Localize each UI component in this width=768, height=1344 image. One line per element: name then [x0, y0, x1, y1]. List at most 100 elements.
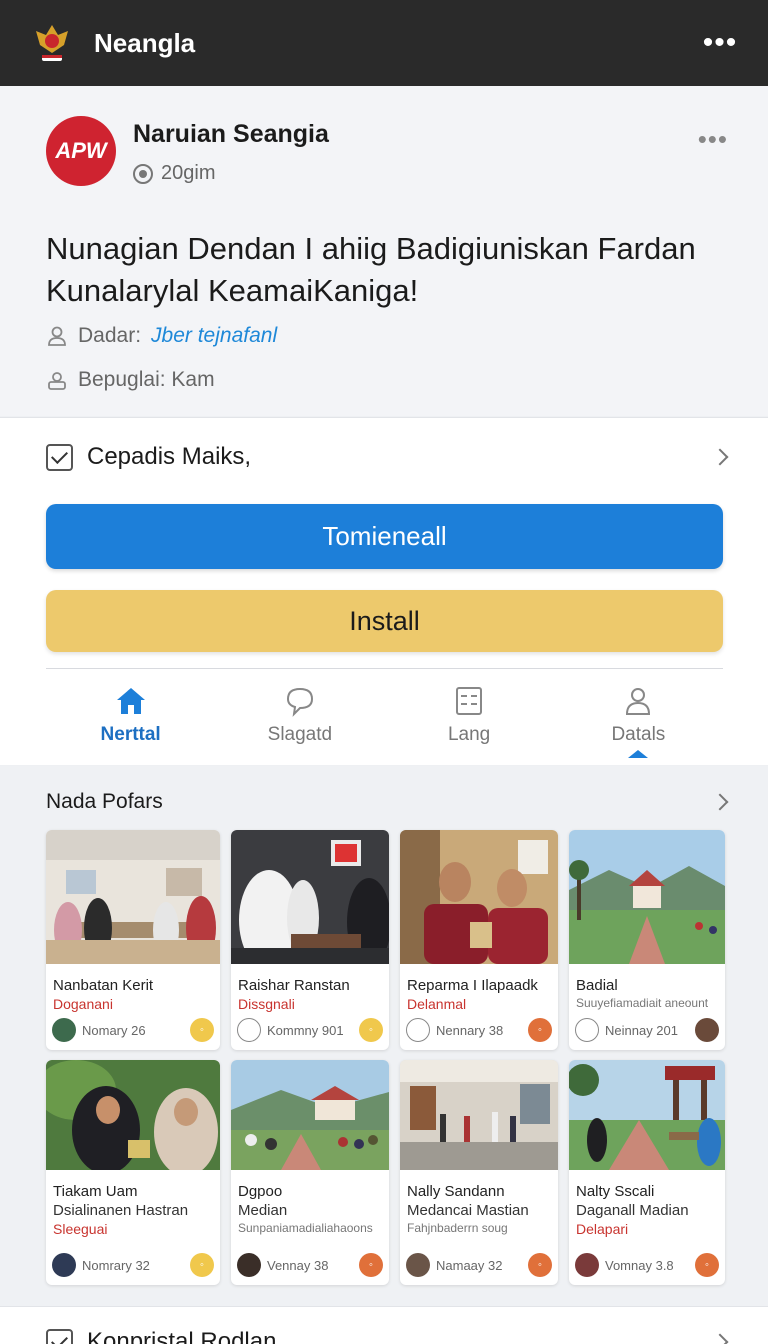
post-time: 20gim	[133, 162, 215, 185]
checkbox-icon[interactable]	[46, 1328, 73, 1344]
card-meta: Nennary 38	[436, 1022, 504, 1038]
tab-label: Slagatd	[267, 724, 333, 745]
card-footer: Nomrary 32 ◦	[52, 1253, 214, 1277]
card-footer: Vennay 38 ◦	[237, 1253, 383, 1277]
card-subtitle: Delapari	[576, 1221, 629, 1237]
link-icon	[237, 1018, 261, 1042]
like-icon[interactable]: ◦	[359, 1018, 383, 1042]
card-title: Nalty Sscali	[576, 1183, 655, 1200]
divider	[46, 668, 723, 669]
like-icon[interactable]: ◦	[359, 1253, 383, 1277]
card-meta: Vomnay 3.8	[605, 1257, 674, 1273]
card-subtitle: Suuyefiamadiait aneount	[576, 996, 709, 1010]
card-footer: Namaay 32 ◦	[406, 1253, 552, 1277]
card-title: Badial	[576, 977, 618, 994]
avatar	[406, 1253, 430, 1277]
avatar	[237, 1253, 261, 1277]
card-title: Raishar Ranstan	[238, 977, 350, 994]
card-title: Nanbatan Kerit	[53, 977, 154, 994]
photo-pavilion	[569, 830, 725, 964]
gallery-card[interactable]: Badial Suuyefiamadiait aneount Neinnay 2…	[569, 830, 725, 1050]
link-icon	[575, 1018, 599, 1042]
post-card: APW Naruian Seangia 20gim ••• Nunagian D…	[0, 86, 768, 416]
tab-chat[interactable]: Slagatd	[215, 684, 384, 754]
chat-bubble-icon	[286, 687, 313, 717]
app-header: Neangla •••	[0, 0, 768, 86]
consent-label: Cepadis Maiks,	[87, 443, 252, 470]
clock-icon	[133, 163, 153, 184]
photo-hallway	[400, 1060, 558, 1170]
bottom-check-row[interactable]: Konpristal Rodlan	[46, 1327, 729, 1344]
post-meta-author: Dadar: Jber tejnafanl	[46, 324, 277, 348]
bottom-row: Konpristal Rodlan	[0, 1306, 768, 1344]
tab-label: Lang	[447, 724, 491, 745]
card-subtitle: Sunpaniamadialiahaoons	[238, 1221, 373, 1235]
install-button[interactable]: Install	[46, 590, 723, 652]
chevron-right-icon[interactable]	[711, 448, 729, 466]
card-subtitle: Delanmal	[407, 996, 467, 1012]
card-subtitle: Doganani	[53, 996, 113, 1012]
link-icon	[406, 1018, 430, 1042]
avatar	[52, 1018, 76, 1042]
card-footer: Nomary 26 ◦	[52, 1018, 214, 1042]
like-icon[interactable]: ◦	[528, 1253, 552, 1277]
photo-campus-crowd	[231, 1060, 389, 1170]
card-title: Tiakam Uam	[53, 1183, 138, 1200]
card-subtitle-2: Daganall Madian	[576, 1202, 689, 1219]
meta-label: Dadar:	[78, 324, 142, 347]
more-horizontal-icon[interactable]: •••	[700, 28, 740, 58]
photo-park	[569, 1060, 725, 1170]
gallery-card[interactable]: Nalty Sscali Daganall Madian Delapari Vo…	[569, 1060, 725, 1285]
like-icon[interactable]: ◦	[528, 1018, 552, 1042]
chevron-right-icon[interactable]	[711, 793, 729, 811]
card-title: Reparma I Ilapaadk	[407, 977, 538, 994]
post-time-text: 20gim	[161, 162, 216, 184]
bottom-check-label: Konpristal Rodlan	[87, 1328, 277, 1344]
post-headline: Nunagian Dendan I ahiig Badigiuniskan Fa…	[46, 231, 696, 308]
tab-label: Datals	[611, 724, 666, 745]
avatar	[695, 1018, 719, 1042]
gallery-card[interactable]: Nally Sandann Medancai Mastian Fahjnbade…	[400, 1060, 558, 1285]
gallery-card[interactable]: Dgpoo Median Sunpaniamadialiahaoons Venn…	[231, 1060, 389, 1285]
gallery-card[interactable]: Tiakam Uam Dsialinanen Hastran Sleeguai …	[46, 1060, 220, 1285]
gallery-card[interactable]: Reparma I Ilapaadk Delanmal Nennary 38 ◦	[400, 830, 558, 1050]
gallery-header[interactable]: Nada Pofars	[46, 790, 729, 814]
list-icon	[456, 687, 483, 715]
person-icon	[48, 326, 66, 346]
author-name[interactable]: Naruian Seangia	[133, 120, 329, 149]
app-title: Neangla	[94, 27, 196, 58]
home-icon	[116, 688, 145, 714]
like-icon[interactable]: ◦	[190, 1253, 214, 1277]
tab-home[interactable]: Nerttal	[46, 684, 215, 754]
checkbox-icon[interactable]	[46, 443, 73, 471]
tab-list[interactable]: Lang	[385, 684, 554, 754]
location-icon	[48, 372, 66, 390]
meta-link[interactable]: Jber tejnafanl	[151, 324, 277, 348]
card-meta: Nomary 26	[82, 1022, 146, 1038]
card-subtitle: Sleeguai	[53, 1221, 108, 1237]
card-title: Dgpoo	[238, 1183, 283, 1200]
like-icon[interactable]: ◦	[190, 1018, 214, 1042]
photo-women	[46, 1060, 220, 1176]
like-icon[interactable]: ◦	[695, 1253, 719, 1277]
gallery-title: Nada Pofars	[46, 790, 163, 813]
tab-details[interactable]: Datals	[554, 684, 723, 758]
primary-button[interactable]: Tomieneall	[46, 504, 723, 569]
emblem-logo	[36, 25, 68, 61]
card-footer: Neinnay 201	[575, 1018, 719, 1042]
gallery-card[interactable]: Raishar Ranstan Dissgnali Kommny 901 ◦	[231, 830, 389, 1050]
card-meta: Nomrary 32	[82, 1257, 150, 1273]
card-footer: Kommny 901 ◦	[237, 1018, 383, 1042]
tab-bar: Nerttal Slagatd Lang Datals	[46, 684, 723, 758]
meta-location-text: Bepuglai: Kam	[78, 368, 215, 391]
consent-row[interactable]: Cepadis Maiks,	[46, 442, 729, 472]
chevron-right-icon[interactable]	[711, 1333, 729, 1344]
gallery-card[interactable]: Nanbatan Kerit Doganani Nomary 26 ◦	[46, 830, 220, 1050]
post-more-icon[interactable]: •••	[698, 124, 728, 155]
card-footer: Nennary 38 ◦	[406, 1018, 552, 1042]
author-badge[interactable]: APW	[46, 116, 116, 186]
photo-meeting	[46, 830, 220, 964]
actions-panel: Cepadis Maiks, Tomieneall Install Nertta…	[0, 417, 768, 765]
photo-two-men	[400, 830, 558, 964]
card-title: Nally Sandann	[407, 1183, 505, 1200]
